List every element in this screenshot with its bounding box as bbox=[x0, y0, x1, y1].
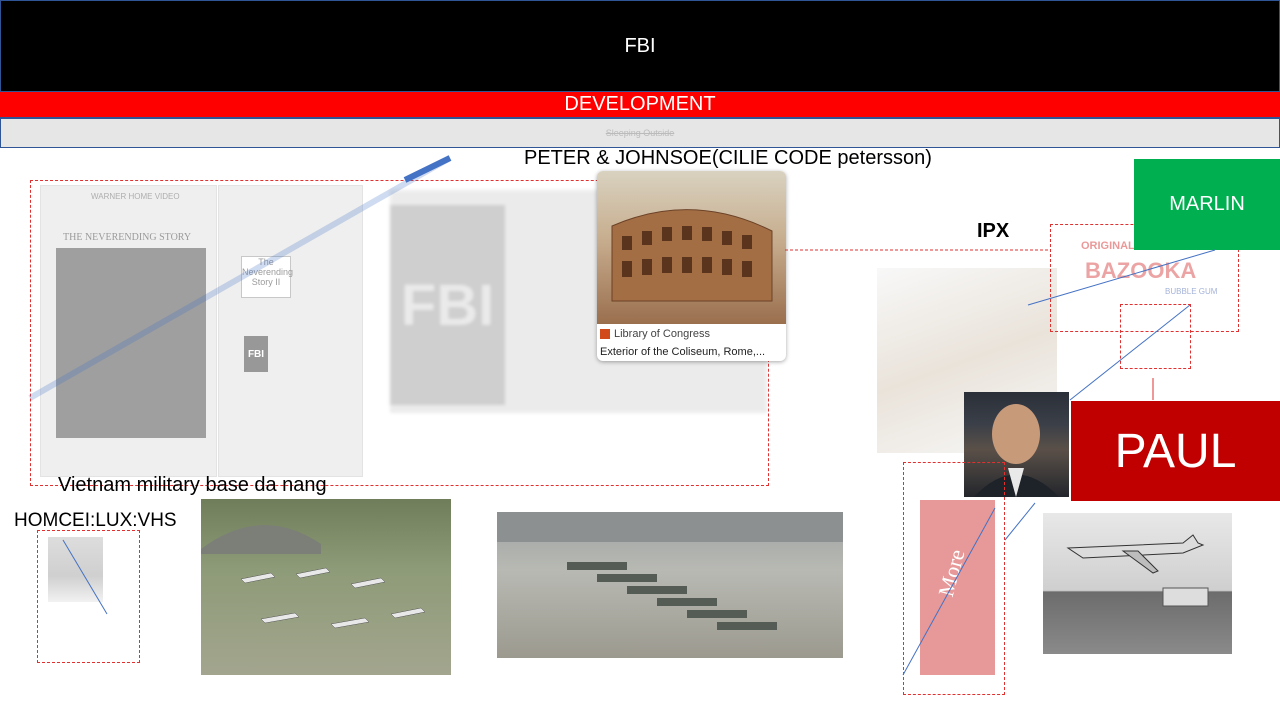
connector-lines bbox=[28, 155, 1216, 676]
